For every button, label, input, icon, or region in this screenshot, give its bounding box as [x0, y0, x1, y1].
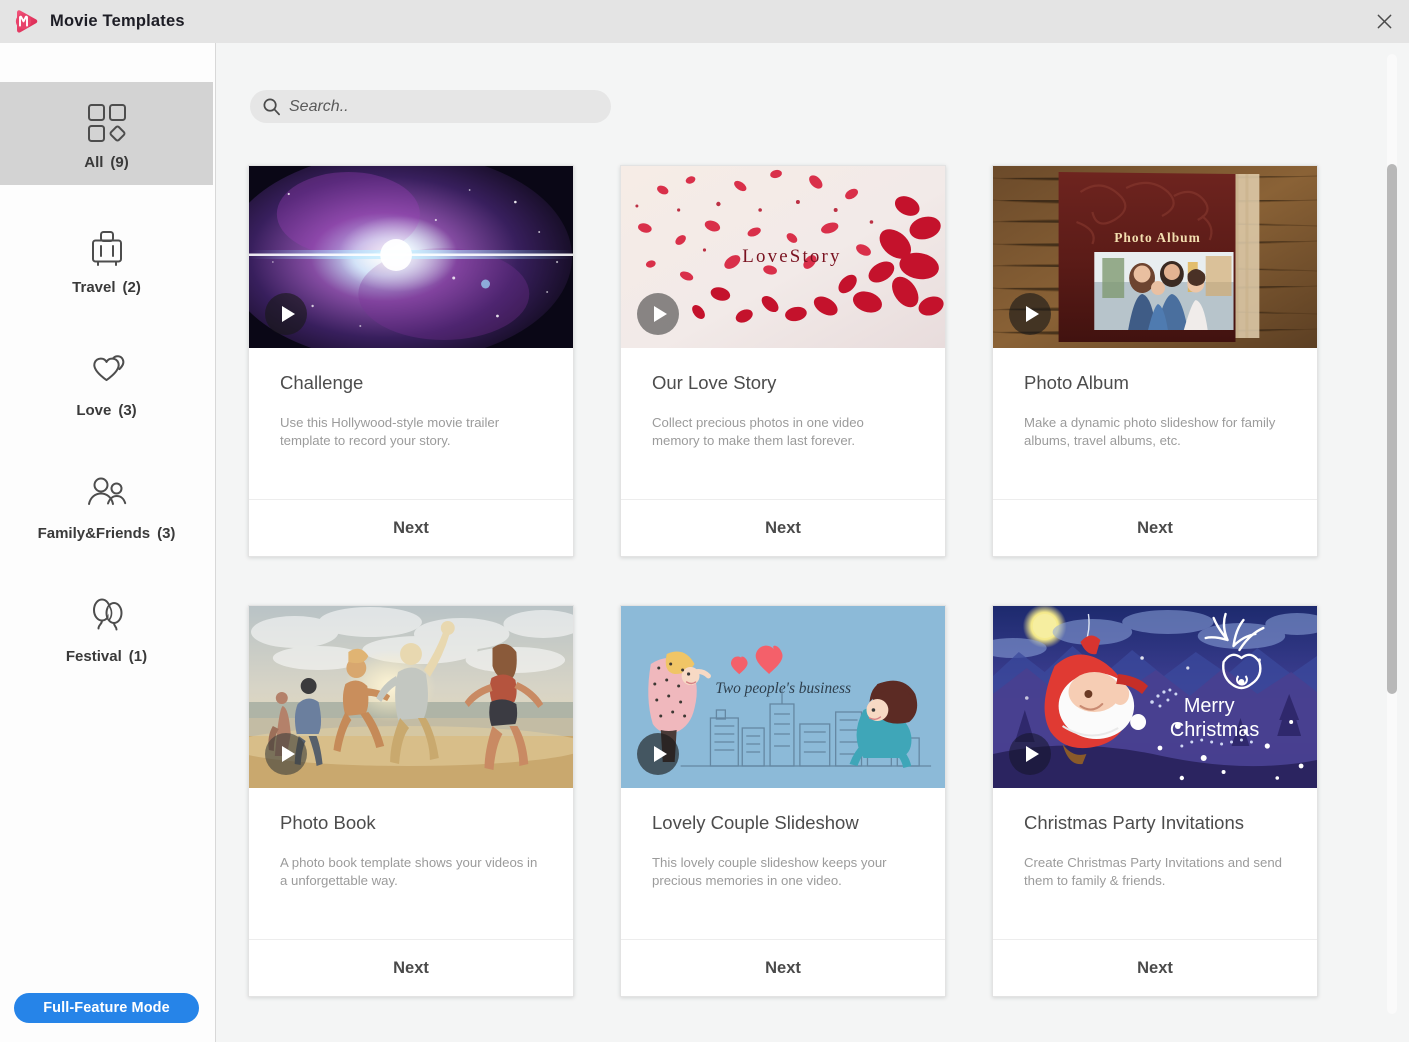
play-triangle-icon — [653, 306, 667, 322]
template-title: Lovely Couple Slideshow — [652, 812, 859, 833]
sidebar-item-all[interactable]: All (9) — [0, 82, 213, 185]
sidebar-item-label: Love (3) — [76, 402, 136, 419]
svg-text:Merry: Merry — [1184, 695, 1235, 717]
app-title: Movie Templates — [50, 12, 185, 30]
main-content: Challenge Use this Hollywood-style movie… — [217, 43, 1409, 1042]
suitcase-icon — [85, 221, 129, 275]
grid-squares-diamond-icon — [85, 96, 129, 150]
template-info: Christmas Party Invitations Create Chris… — [993, 788, 1317, 939]
sidebar-label-text: Family&Friends — [37, 525, 151, 542]
svg-text:Two people's business: Two people's business — [715, 680, 851, 697]
template-card[interactable]: LoveStory Our Love Story Collect preciou… — [620, 165, 946, 557]
template-card[interactable]: Photo Album Photo Album Make a dynamic p… — [992, 165, 1318, 557]
play-button[interactable] — [1009, 733, 1051, 775]
play-triangle-icon — [653, 746, 667, 762]
search-input[interactable] — [289, 97, 599, 116]
next-button[interactable]: Next — [249, 499, 573, 556]
next-button[interactable]: Next — [249, 939, 573, 996]
template-thumbnail[interactable]: Photo Album — [993, 166, 1317, 348]
template-description: Use this Hollywood-style movie trailer t… — [280, 415, 500, 448]
next-button[interactable]: Next — [993, 499, 1317, 556]
template-title: Photo Book — [280, 812, 376, 833]
template-card[interactable]: Photo Book A photo book template shows y… — [248, 605, 574, 997]
full-feature-mode-button[interactable]: Full-Feature Mode — [14, 993, 199, 1023]
sidebar-label-text: All — [84, 154, 104, 171]
sidebar-label-text: Love — [76, 402, 112, 419]
template-thumbnail[interactable]: LoveStory — [621, 166, 945, 348]
sidebar-label-count: (1) — [128, 648, 148, 665]
play-logo-icon — [12, 8, 40, 36]
sidebar-item-label: Travel (2) — [72, 279, 141, 296]
play-triangle-icon — [281, 306, 295, 322]
template-description: Create Christmas Party Invitations and s… — [1024, 855, 1283, 888]
template-card[interactable]: Merry Christmas Christmas Party Invitati… — [992, 605, 1318, 997]
template-info: Our Love Story Collect precious photos i… — [621, 348, 945, 499]
sidebar-item-love[interactable]: Love (3) — [0, 330, 213, 433]
double-heart-icon — [83, 344, 131, 398]
sidebar-item-travel[interactable]: Travel (2) — [0, 207, 213, 310]
svg-text:LoveStory: LoveStory — [742, 246, 841, 267]
template-info: Challenge Use this Hollywood-style movie… — [249, 348, 573, 499]
play-button[interactable] — [637, 733, 679, 775]
svg-text:Christmas: Christmas — [1170, 719, 1259, 741]
sidebar-label-text: Festival — [65, 648, 122, 665]
template-info: Photo Book A photo book template shows y… — [249, 788, 573, 939]
close-icon[interactable] — [1367, 6, 1401, 36]
template-thumbnail[interactable] — [249, 606, 573, 788]
play-button[interactable] — [1009, 293, 1051, 335]
play-triangle-icon — [281, 746, 295, 762]
template-grid: Challenge Use this Hollywood-style movie… — [248, 165, 1358, 997]
sidebar-label-count: (9) — [110, 154, 129, 171]
next-button[interactable]: Next — [621, 939, 945, 996]
two-people-icon — [83, 467, 131, 521]
svg-text:Photo Album: Photo Album — [1114, 230, 1200, 245]
play-triangle-icon — [1025, 306, 1039, 322]
sidebar-label-count: (2) — [122, 279, 141, 296]
template-thumbnail[interactable] — [249, 166, 573, 348]
template-card[interactable]: Two people's business Lovely Couple Slid… — [620, 605, 946, 997]
next-button[interactable]: Next — [993, 939, 1317, 996]
template-description: This lovely couple slideshow keeps your … — [652, 855, 887, 888]
template-title: Our Love Story — [652, 372, 777, 393]
sidebar-label-count: (3) — [118, 402, 137, 419]
search-icon — [262, 97, 281, 116]
sidebar-label-count: (3) — [157, 525, 176, 542]
title-bar: Movie Templates — [0, 0, 1409, 43]
template-description: Make a dynamic photo slideshow for famil… — [1024, 415, 1276, 448]
search-bar[interactable] — [250, 90, 611, 123]
template-title: Photo Album — [1024, 372, 1129, 393]
sidebar-item-label: Family&Friends (3) — [38, 525, 176, 542]
play-button[interactable] — [265, 293, 307, 335]
template-title: Christmas Party Invitations — [1024, 812, 1245, 833]
template-thumbnail[interactable]: Merry Christmas — [993, 606, 1317, 788]
sidebar-label-text: Travel — [72, 279, 116, 296]
next-button[interactable]: Next — [621, 499, 945, 556]
balloons-icon — [83, 590, 131, 644]
play-button[interactable] — [637, 293, 679, 335]
play-triangle-icon — [1025, 746, 1039, 762]
template-info: Photo Album Make a dynamic photo slidesh… — [993, 348, 1317, 499]
sidebar-item-label: All (9) — [84, 154, 129, 171]
play-button[interactable] — [265, 733, 307, 775]
sidebar-item-festival[interactable]: Festival (1) — [0, 576, 213, 679]
scrollbar-thumb[interactable] — [1387, 164, 1397, 694]
sidebar: All (9) Travel (2) Love (3) Family&Frien… — [0, 43, 216, 1042]
sidebar-item-label: Festival (1) — [66, 648, 147, 665]
template-description: A photo book template shows your videos … — [280, 855, 538, 888]
sidebar-item-family-friends[interactable]: Family&Friends (3) — [0, 453, 213, 556]
template-info: Lovely Couple Slideshow This lovely coup… — [621, 788, 945, 939]
template-description: Collect precious photos in one video mem… — [652, 415, 864, 448]
template-thumbnail[interactable]: Two people's business — [621, 606, 945, 788]
template-title: Challenge — [280, 372, 364, 393]
template-card[interactable]: Challenge Use this Hollywood-style movie… — [248, 165, 574, 557]
